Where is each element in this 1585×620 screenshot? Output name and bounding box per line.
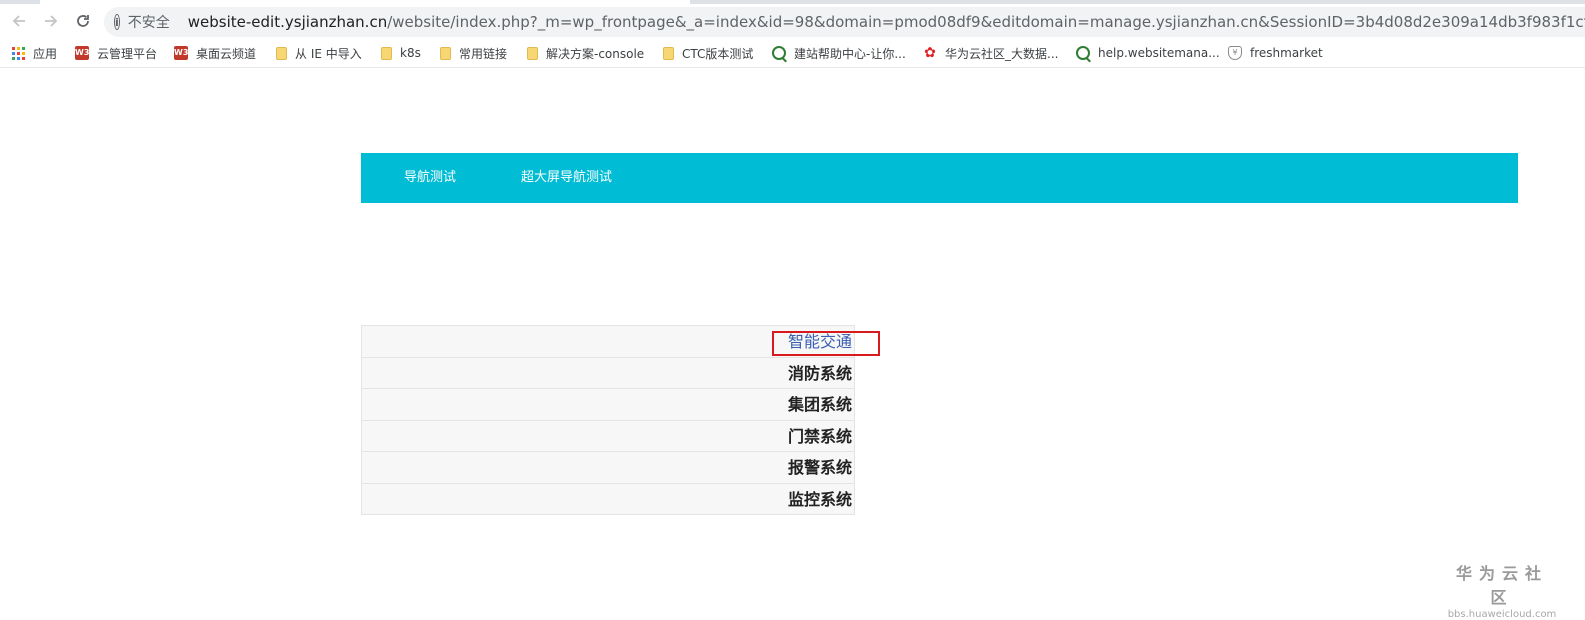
bookmark-folder[interactable]: CTC版本测试 [663,44,753,62]
folder-icon [440,46,451,60]
bookmark-label: 从 IE 中导入 [295,46,362,61]
folder-icon [381,46,392,60]
nav-item-big-screen-nav-test[interactable]: 超大屏导航测试 [521,153,612,203]
nav-item-nav-test[interactable]: 导航测试 [404,153,456,203]
bookmark-label: 桌面云频道 [196,46,257,61]
shield-icon: ¥ [1228,46,1242,60]
bookmark-label: 建站帮助中心-让你... [794,46,906,61]
arrow-right-icon [45,15,58,27]
bookmark-folder[interactable]: 从 IE 中导入 [276,44,362,62]
w3-icon: W3 [75,46,89,60]
bookmark-label: 应用 [33,46,58,61]
bookmark-item[interactable]: help.websitemana... [1076,44,1220,62]
search-q-icon [1076,46,1090,60]
bookmark-apps[interactable]: 应用 [12,44,57,62]
watermark: 华为云社区 bbs.huaweicloud.com [1447,560,1557,620]
bookmark-label: 解决方案-console [546,46,645,61]
reload-button[interactable] [70,8,96,34]
menu-item-group-system[interactable]: 集团系统 [362,389,854,421]
huawei-icon: ✿ [924,45,936,61]
bookmark-item[interactable]: ✿ 华为云社区_大数据... [923,44,1058,62]
highlight-annotation-box [772,331,880,356]
menu-item-monitoring-system[interactable]: 监控系统 [362,483,854,515]
url-host: website-edit.ysjianzhan.cn [187,13,388,31]
bookmark-label: help.websitemana... [1098,46,1220,60]
watermark-title: 华为云社区 [1455,564,1548,607]
apps-grid-icon [12,46,25,60]
security-label[interactable]: 不安全 [128,12,170,32]
bookmark-label: 华为云社区_大数据... [945,46,1059,61]
folder-icon [276,46,287,60]
bookmark-folder[interactable]: k8s [381,44,421,62]
folder-icon [663,46,674,60]
bookmark-label: k8s [400,46,421,60]
back-button[interactable] [6,8,32,34]
bookmark-label: 云管理平台 [97,46,158,61]
search-q-icon [772,46,786,60]
bookmark-item[interactable]: W3 云管理平台 [75,44,157,62]
bookmark-folder[interactable]: 常用链接 [440,44,507,62]
bookmarks-bar: 应用 W3 云管理平台 W3 桌面云频道 从 IE 中导入 k8s 常用链接 解… [0,38,1585,68]
bookmark-item[interactable]: 建站帮助中心-让你... [772,44,906,62]
info-icon[interactable]: i [114,14,120,30]
reload-icon [77,15,89,27]
bookmark-label: 常用链接 [459,46,508,61]
site-nav-bar: 导航测试 超大屏导航测试 [361,153,1518,203]
url-path: /website/index.php?_m=wp_frontpage&_a=in… [387,13,1585,31]
bookmark-label: freshmarket [1250,46,1323,60]
menu-item-alarm-system[interactable]: 报警系统 [362,452,854,484]
bookmark-folder[interactable]: 解决方案-console [527,44,644,62]
bookmark-item[interactable]: ¥ freshmarket [1228,44,1323,62]
arrow-left-icon [12,15,25,27]
address-bar[interactable]: i 不安全 website-edit.ysjianzhan.cn /websit… [104,7,1585,37]
w3-icon: W3 [174,46,188,60]
folder-icon [527,46,538,60]
watermark-url: bbs.huaweicloud.com [1447,609,1557,620]
browser-toolbar: i 不安全 website-edit.ysjianzhan.cn /websit… [0,4,1585,38]
forward-button[interactable] [38,8,64,34]
bookmark-item[interactable]: W3 桌面云频道 [174,44,256,62]
menu-item-fire-system[interactable]: 消防系统 [362,357,854,389]
bookmark-label: CTC版本测试 [682,46,754,61]
menu-item-access-control[interactable]: 门禁系统 [362,420,854,452]
